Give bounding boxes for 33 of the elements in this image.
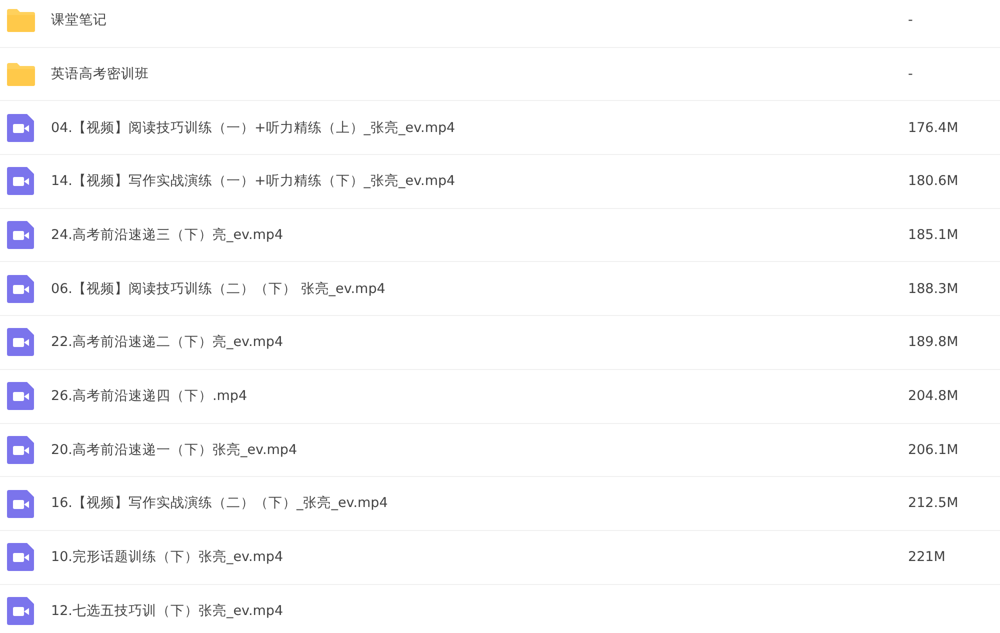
video-file-icon: [5, 594, 37, 627]
video-file-icon: [5, 165, 37, 198]
file-name[interactable]: 26.高考前沿速递四（下）.mp4: [51, 386, 908, 406]
file-size: 204.8M: [908, 387, 960, 406]
file-size: 221M: [908, 548, 946, 568]
video-file-icon: [5, 541, 37, 574]
file-name[interactable]: 10.完形话题训练（下）张亮_ev.mp4: [51, 547, 908, 568]
folder-name[interactable]: 课堂笔记: [51, 10, 908, 30]
folder-name[interactable]: 英语高考密训班: [51, 64, 908, 84]
file-size: 212.5M: [908, 494, 960, 514]
file-name[interactable]: 22.高考前沿速递二（下）亮_ev.mp4: [51, 332, 908, 353]
video-file-icon: [5, 219, 37, 252]
file-name[interactable]: 20.高考前沿速递一（下）张亮_ev.mp4: [51, 440, 908, 460]
file-size: 180.6M: [908, 172, 960, 192]
file-name[interactable]: 24.高考前沿速递三（下）亮_ev.mp4: [51, 224, 908, 246]
file-size: 185.1M: [908, 226, 960, 245]
video-file-icon: [5, 488, 37, 520]
file-name[interactable]: 12.七选五技巧训（下）张亮_ev.mp4: [51, 600, 908, 622]
file-size: 176.4M: [908, 118, 960, 138]
video-file-icon: [5, 434, 37, 466]
file-name[interactable]: 16.【视频】写作实战演练（二）（下）_张亮_ev.mp4: [51, 493, 908, 514]
file-size: 188.3M: [908, 280, 960, 299]
file-name[interactable]: 14.【视频】写作实战演练（一）+听力精练（下）_张亮_ev.mp4: [51, 171, 908, 192]
video-file-icon: [5, 380, 37, 412]
video-file-icon: [5, 272, 37, 305]
file-name[interactable]: 04.【视频】阅读技巧训练（一）+听力精练（上）_张亮_ev.mp4: [51, 118, 908, 138]
video-file-icon: [5, 112, 37, 144]
file-size: -: [908, 11, 914, 30]
video-file-icon: [5, 326, 37, 358]
file-name[interactable]: 06.【视频】阅读技巧训练（二）（下） 张亮_ev.mp4: [51, 278, 908, 299]
file-size: -: [908, 64, 914, 84]
file-size: 206.1M: [908, 440, 960, 460]
file-size: 189.8M: [908, 333, 960, 352]
